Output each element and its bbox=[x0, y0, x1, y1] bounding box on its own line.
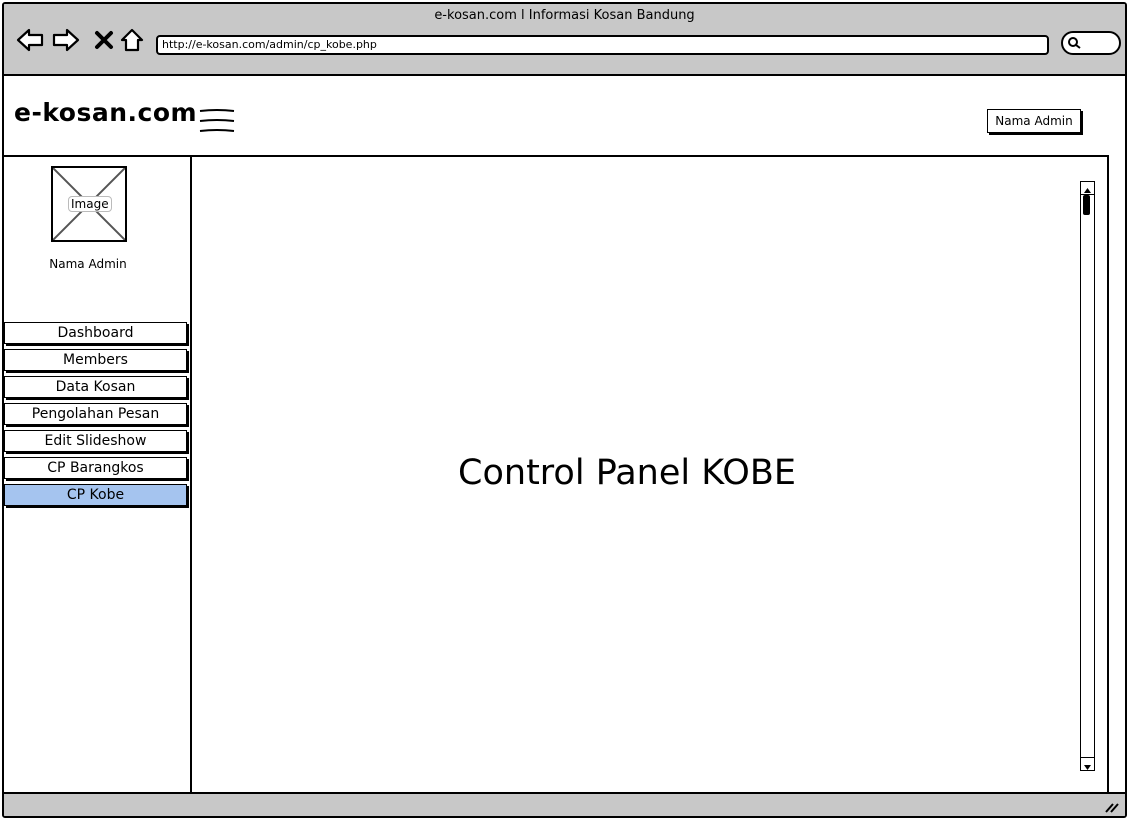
page-title: Control Panel KOBE bbox=[458, 453, 796, 493]
sidebar: Image Nama Admin Dashboard Members Data … bbox=[4, 155, 190, 799]
triangle-down-icon bbox=[1084, 765, 1091, 770]
scroll-thumb[interactable] bbox=[1083, 195, 1090, 215]
admin-name: Nama Admin bbox=[49, 257, 127, 271]
close-icon[interactable] bbox=[90, 26, 118, 54]
browser-window: e-kosan.com l Informasi Kosan Bandung ht… bbox=[2, 2, 1127, 818]
home-icon[interactable] bbox=[118, 26, 146, 54]
avatar-label: Image bbox=[68, 196, 112, 212]
sidebar-item-cp-barangkos[interactable]: CP Barangkos bbox=[4, 457, 187, 479]
browser-toolbar: e-kosan.com l Informasi Kosan Bandung ht… bbox=[4, 4, 1125, 76]
status-bar bbox=[4, 792, 1125, 816]
sidebar-menu: Dashboard Members Data Kosan Pengolahan … bbox=[4, 322, 187, 511]
resize-grip-icon[interactable] bbox=[1103, 798, 1119, 814]
scroll-down-button[interactable] bbox=[1081, 757, 1094, 770]
sidebar-item-cp-kobe[interactable]: CP Kobe bbox=[4, 484, 187, 506]
site-logo[interactable]: e-kosan.com bbox=[14, 98, 197, 127]
url-input[interactable]: http://e-kosan.com/admin/cp_kobe.php bbox=[156, 35, 1049, 55]
sidebar-item-members[interactable]: Members bbox=[4, 349, 187, 371]
window-title: e-kosan.com l Informasi Kosan Bandung bbox=[434, 8, 695, 23]
vertical-scrollbar[interactable] bbox=[1080, 181, 1095, 771]
sidebar-item-dashboard[interactable]: Dashboard bbox=[4, 322, 187, 344]
back-arrow-icon[interactable] bbox=[16, 26, 44, 54]
admin-account-button[interactable]: Nama Admin bbox=[987, 109, 1081, 133]
sidebar-item-edit-slideshow[interactable]: Edit Slideshow bbox=[4, 430, 187, 452]
main-content: Control Panel KOBE bbox=[190, 155, 1109, 795]
sidebar-item-data-kosan[interactable]: Data Kosan bbox=[4, 376, 187, 398]
avatar: Image bbox=[51, 166, 127, 242]
forward-arrow-icon[interactable] bbox=[52, 26, 80, 54]
scroll-up-button[interactable] bbox=[1081, 182, 1094, 195]
search-box[interactable] bbox=[1061, 31, 1121, 55]
menu-icon[interactable] bbox=[198, 108, 236, 134]
search-icon bbox=[1068, 37, 1081, 49]
sidebar-item-pengolahan-pesan[interactable]: Pengolahan Pesan bbox=[4, 403, 187, 425]
